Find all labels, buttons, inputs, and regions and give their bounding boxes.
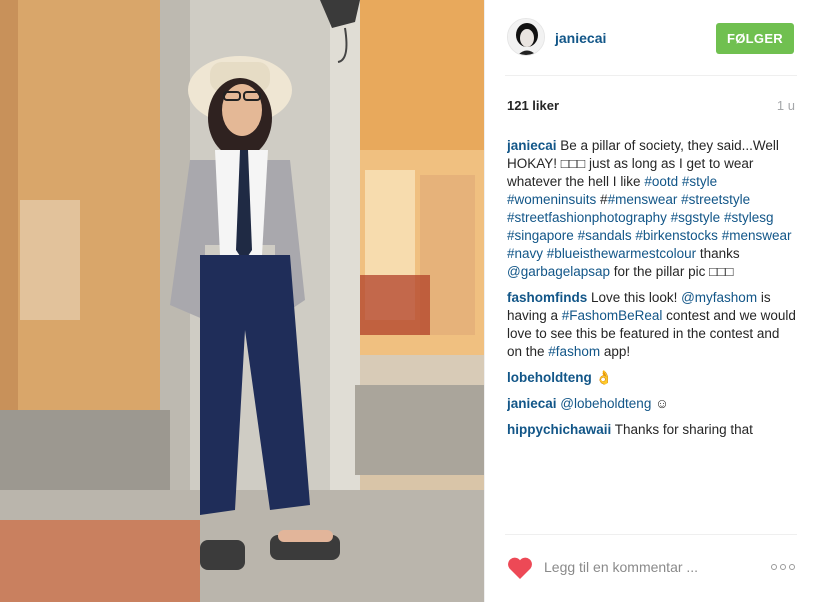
comment-text: thanks [696, 246, 740, 261]
comment-username[interactable]: fashomfinds [507, 290, 587, 305]
likes-row: 121 liker 1 u [507, 98, 795, 116]
avatar[interactable] [507, 18, 545, 56]
hashtag-link[interactable]: #sgstyle [671, 210, 721, 225]
photo-illustration [0, 0, 484, 602]
comment-item: fashomfinds Love this look! @myfashom is… [507, 289, 797, 361]
comment-item: janiecai @lobeholdteng ☺ [507, 395, 797, 413]
follow-button[interactable]: FØLGER [716, 23, 794, 54]
hashtag-link[interactable]: #birkenstocks [635, 228, 718, 243]
hashtag-link[interactable]: #ootd [644, 174, 678, 189]
comment-text: # [596, 192, 608, 207]
dot-icon [789, 564, 795, 570]
mention-link[interactable]: @garbagelapsap [507, 264, 610, 279]
post-username[interactable]: janiecai [555, 30, 606, 46]
hashtag-link[interactable]: #fashom [548, 344, 600, 359]
hashtag-link[interactable]: #streetstyle [681, 192, 750, 207]
mention-link[interactable]: @myfashom [681, 290, 757, 305]
hashtag-link[interactable]: #singapore [507, 228, 574, 243]
comment-item: lobeholdteng 👌 [507, 369, 797, 387]
post-footer [505, 534, 797, 598]
hashtag-link[interactable]: #navy [507, 246, 543, 261]
comment-text: □□□ [560, 156, 586, 171]
comment-text: Love this look! [591, 290, 682, 305]
comments-list: janiecai Be a pillar of society, they sa… [507, 137, 797, 527]
hashtag-link[interactable]: #stylesg [724, 210, 774, 225]
hashtag-link[interactable]: #blueisthewarmestcolour [547, 246, 696, 261]
dot-icon [771, 564, 777, 570]
comment-item: janiecai Be a pillar of society, they sa… [507, 137, 797, 281]
hashtag-link[interactable]: #sandals [578, 228, 632, 243]
comment-text: app! [600, 344, 631, 359]
hashtag-link[interactable]: #womeninsuits [507, 192, 596, 207]
comment-text: ☺ [651, 396, 669, 411]
mention-link[interactable]: @lobeholdteng [560, 396, 651, 411]
comment-username[interactable]: lobeholdteng [507, 370, 592, 385]
comment-text: Thanks for sharing that [614, 422, 753, 437]
comment-text: for the pillar pic [610, 264, 710, 279]
more-options-icon[interactable] [771, 564, 795, 572]
hashtag-link[interactable]: #streetfashionphotography [507, 210, 667, 225]
avatar-image [508, 19, 544, 55]
hashtag-link[interactable]: #FashomBeReal [562, 308, 663, 323]
comment-text: 👌 [595, 370, 613, 385]
comment-username[interactable]: janiecai [507, 138, 557, 153]
comment-item: hippychichawaii Thanks for sharing that [507, 421, 797, 439]
hashtag-link[interactable]: #style [682, 174, 717, 189]
post-photo[interactable] [0, 0, 484, 602]
hashtag-link[interactable]: #menswear [608, 192, 678, 207]
hashtag-link[interactable]: #menswear [722, 228, 792, 243]
comment-username[interactable]: hippychichawaii [507, 422, 611, 437]
post-header: janiecai FØLGER [505, 14, 797, 76]
dot-icon [780, 564, 786, 570]
post-details-panel: janiecai FØLGER 121 liker 1 u janiecai B… [484, 0, 816, 602]
heart-icon[interactable] [507, 556, 533, 580]
comment-username[interactable]: janiecai [507, 396, 557, 411]
comment-input[interactable] [544, 557, 744, 577]
likes-count[interactable]: 121 liker [507, 98, 559, 113]
post-timestamp[interactable]: 1 u [777, 98, 795, 113]
comment-text: □□□ [709, 264, 734, 279]
